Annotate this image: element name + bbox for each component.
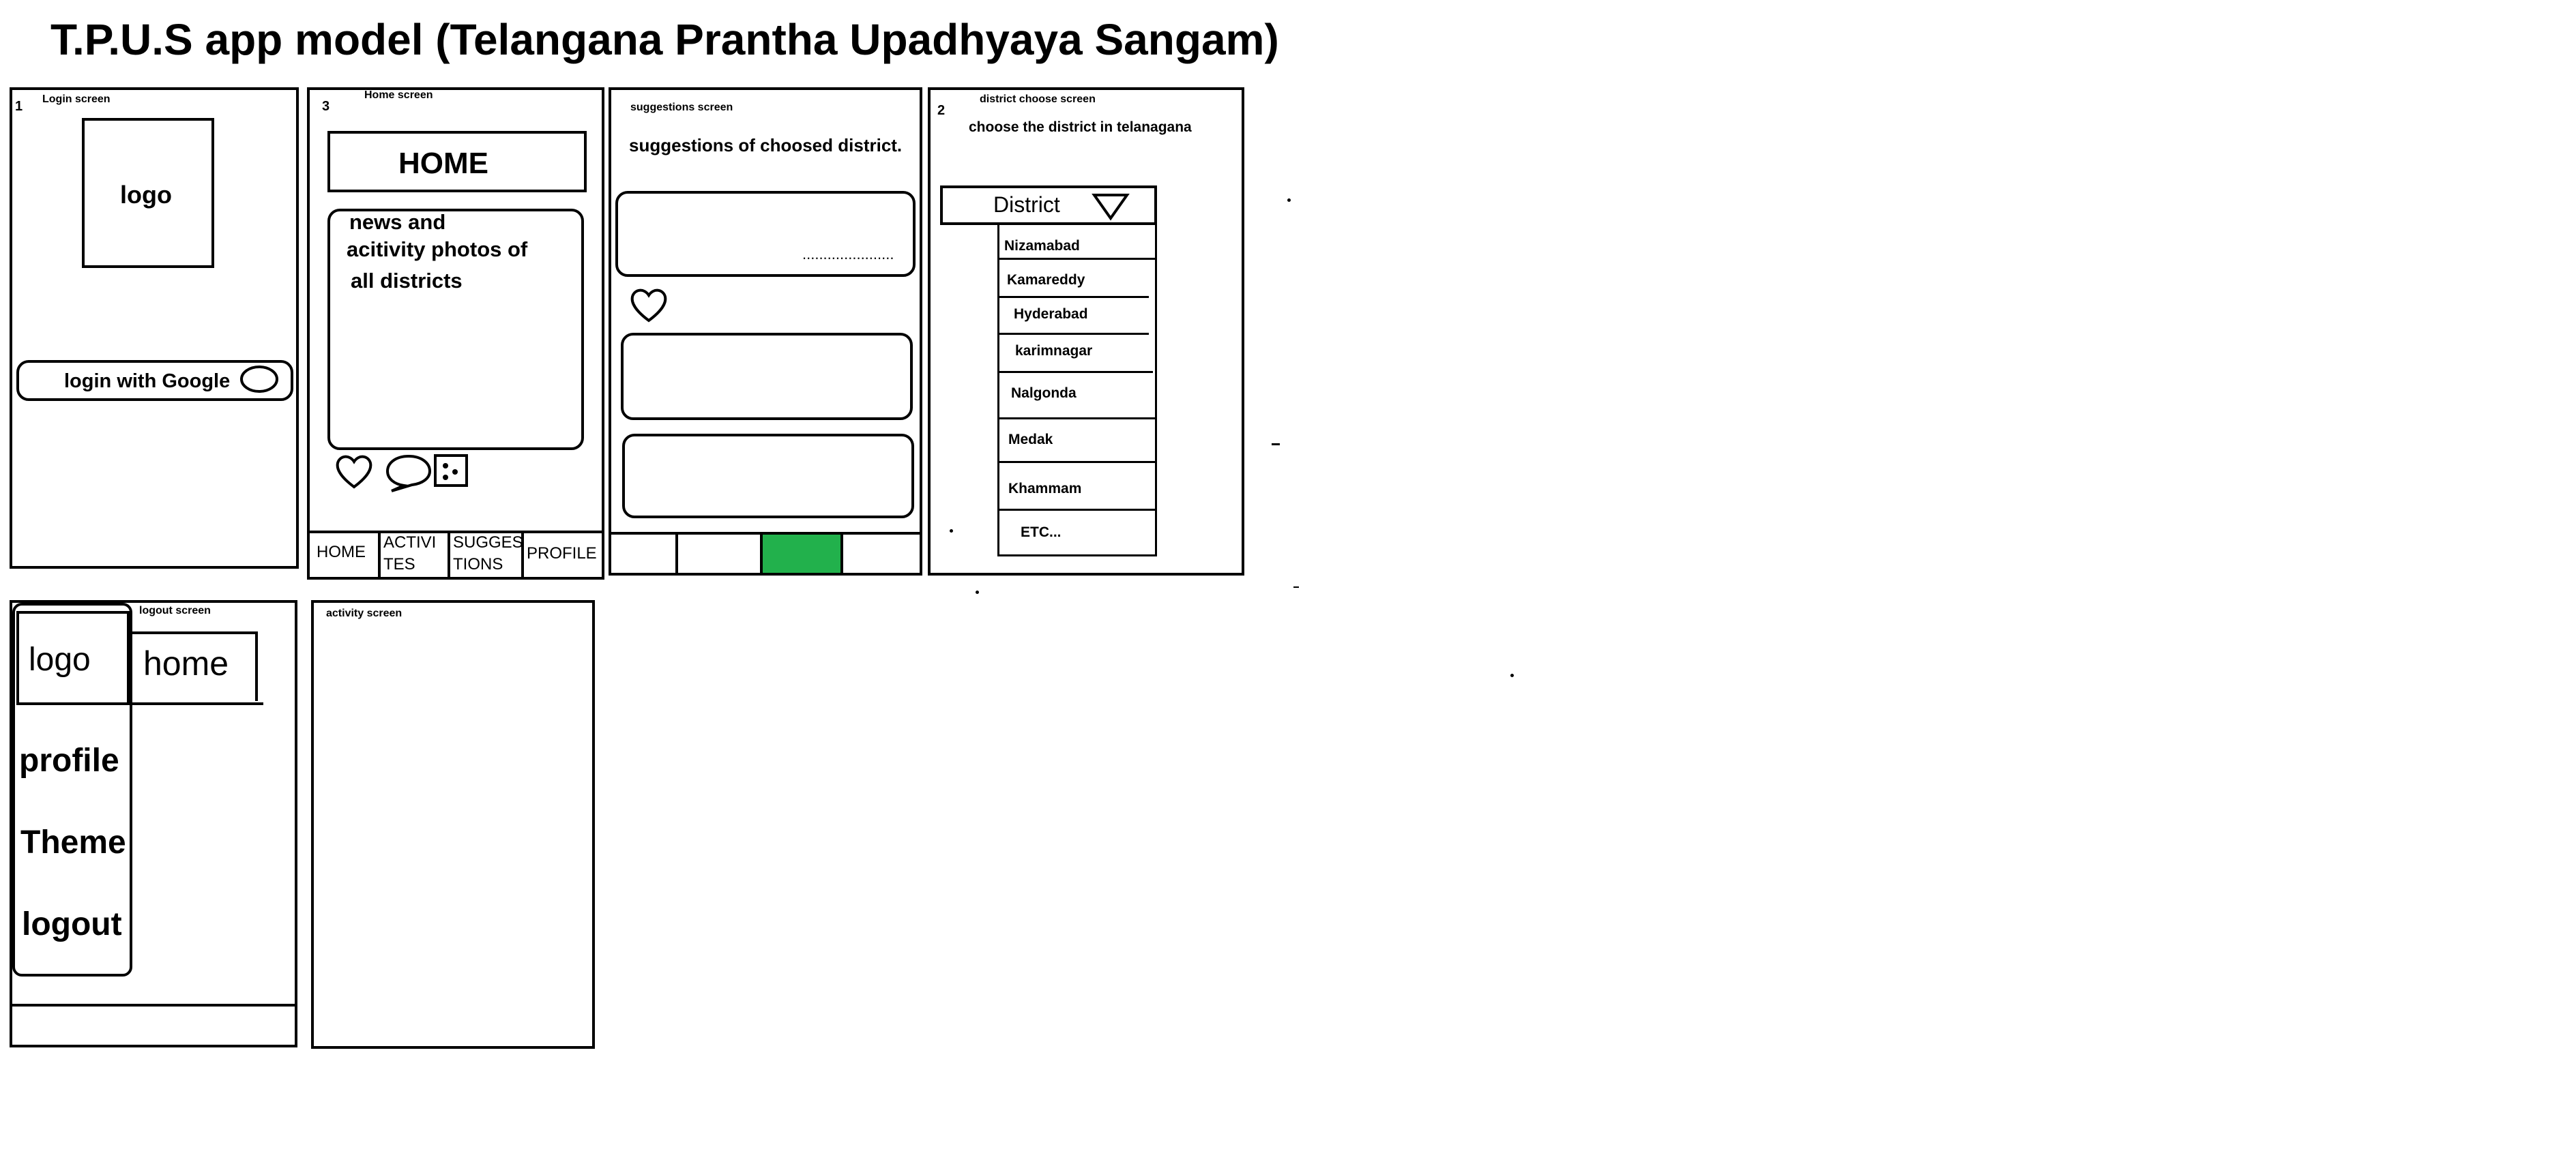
district-option[interactable]: ETC... [1021,525,1062,539]
nav-activities[interactable]: ACTIVI TES [381,533,448,577]
nav-activities-label-line2: TES [383,555,415,573]
activity-screen [311,600,595,1049]
district-option[interactable]: Nizamabad [1004,239,1080,253]
page-title: T.P.U.S app model (Telangana Prantha Upa… [50,15,1279,64]
suggestion-card-2[interactable] [621,333,913,420]
district-option[interactable]: karimnagar [1015,344,1092,358]
suggestion-card-1-dots: ...................... [802,245,894,263]
district-option[interactable]: Medak [1008,432,1053,447]
feed-text-line2: acitivity photos of [347,237,528,261]
nav-home-label: HOME [317,543,366,561]
drawer-item-theme[interactable]: Theme [20,826,126,859]
stray-mark [1272,443,1280,445]
nav-profile[interactable]: PROFILE [524,533,602,577]
drawer-logo: logo [29,642,91,678]
home-screen-label: Home screen [364,89,433,101]
logout-home-label: home [143,644,229,683]
nav-suggestions-label-line1: SUGGES [453,533,523,552]
heart-icon[interactable] [334,453,374,490]
drawer-item-profile[interactable]: profile [19,745,119,777]
login-logo: logo [120,181,172,209]
suggestions-heading: suggestions of choosed district. [629,135,903,155]
nav-profile-label: PROFILE [527,544,597,563]
home-screen-number: 3 [322,99,330,114]
nav-home[interactable]: HOME [310,533,378,577]
stray-mark [1510,674,1514,677]
suggestion-card-1[interactable] [615,191,916,277]
suggestions-nav-tab[interactable] [678,533,760,574]
activity-screen-label: activity screen [326,608,402,619]
nav-activities-label-line1: ACTIVI [383,533,437,552]
suggestions-nav-tab[interactable] [843,533,920,574]
district-option[interactable]: Hyderabad [1014,307,1088,321]
stray-mark [950,529,953,533]
stray-mark [1293,586,1299,588]
suggestions-nav-tab[interactable] [610,533,675,574]
login-screen-number: 1 [15,99,23,114]
drawer-item-logout[interactable]: logout [22,908,122,941]
feed-text-line1: news and [349,210,446,234]
logout-bottom-bar [10,1004,297,1007]
district-option[interactable]: Nalgonda [1011,386,1077,400]
district-screen-number: 2 [937,103,946,118]
district-instruction: choose the district in telanagana [969,119,1192,135]
suggestions-screen-label: suggestions screen [630,102,733,113]
login-screen-label: Login screen [42,93,111,105]
share-icon[interactable] [434,454,469,487]
suggestions-nav-tab-active[interactable] [760,532,843,576]
chevron-down-icon[interactable] [1090,191,1131,221]
heart-icon[interactable] [629,286,669,323]
district-dropdown-label: District [993,192,1060,217]
google-button-label: login with Google [64,370,231,392]
logout-screen-label: logout screen [139,605,211,616]
district-screen-label: district choose screen [980,93,1096,105]
feed-text-line3: all districts [351,269,463,293]
stray-mark [1287,198,1291,202]
nav-suggestions[interactable]: SUGGES TIONS [450,533,523,577]
google-icon [240,366,278,393]
comment-icon[interactable] [385,453,433,492]
district-option[interactable]: Kamareddy [1007,273,1085,287]
stray-mark [976,591,979,594]
nav-suggestions-label-line2: TIONS [453,555,503,573]
home-header: HOME [398,147,488,180]
district-option[interactable]: Khammam [1008,481,1081,496]
suggestion-card-3[interactable] [622,434,914,518]
